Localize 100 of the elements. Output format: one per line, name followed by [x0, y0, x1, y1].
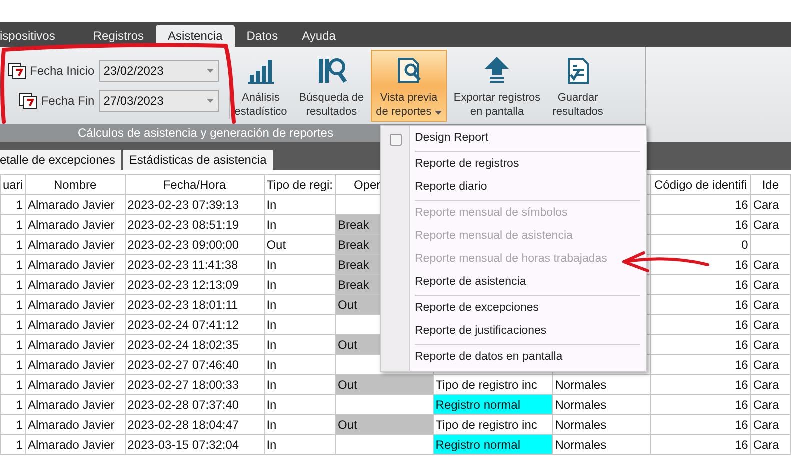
- dropdown-arrow-icon[interactable]: [206, 98, 214, 102]
- ribbon-button[interactable]: Búsqueda de resultados: [294, 50, 370, 122]
- ribbon-button[interactable]: Guardar resultados: [548, 50, 608, 122]
- table-cell: 0: [650, 234, 751, 254]
- table-cell: Almarado Javier: [26, 294, 126, 314]
- menu-tab[interactable]: Registros: [81, 25, 156, 47]
- column-header[interactable]: Tipo de regi:: [264, 174, 336, 194]
- menu-item[interactable]: Reporte de registros: [381, 153, 646, 176]
- table-cell: 1: [0, 234, 26, 254]
- table-cell: Almarado Javier: [26, 234, 126, 254]
- table-cell: 2023-02-24 18:02:35: [125, 334, 264, 354]
- table-cell: In: [264, 254, 336, 274]
- table-cell: 2023-02-23 11:41:38: [125, 254, 264, 274]
- table-cell: Registro normal: [433, 434, 553, 454]
- column-header[interactable]: Fecha/Hora: [125, 174, 264, 194]
- table-cell: Almarado Javier: [26, 354, 126, 374]
- ribbon-button[interactable]: Análisis estadístico: [230, 50, 292, 122]
- table-cell: Almarado Javier: [26, 334, 126, 354]
- sub-tab[interactable]: etalle de excepciones: [0, 150, 122, 170]
- column-header[interactable]: Código de identifi: [650, 174, 751, 194]
- table-cell: 16: [650, 254, 751, 274]
- table-cell: 1: [0, 334, 26, 354]
- table-cell: Almarado Javier: [26, 214, 126, 234]
- date-field[interactable]: 23/02/2023: [98, 60, 219, 82]
- table-cell: 2023-02-28 18:04:47: [125, 414, 264, 434]
- table-cell: 2023-02-23 18:01:11: [125, 294, 264, 314]
- table-cell: In: [264, 374, 336, 394]
- table-cell: 16: [650, 394, 751, 414]
- table-cell: In: [264, 334, 336, 354]
- menu-tab[interactable]: Datos: [234, 25, 290, 47]
- table-cell: Normales: [552, 374, 651, 394]
- column-header[interactable]: Nombre: [26, 174, 126, 194]
- table-cell: Almarado Javier: [26, 394, 126, 414]
- table-cell: Normales: [552, 414, 651, 434]
- menu-tab[interactable]: ispositivos: [0, 25, 82, 47]
- table-cell: Out: [335, 374, 434, 394]
- table-cell: Cara: [750, 394, 790, 414]
- table-cell: In: [264, 414, 336, 434]
- table-cell: Cara: [750, 334, 790, 354]
- table-cell: In: [264, 434, 336, 454]
- menu-tab[interactable]: Ayuda: [290, 25, 348, 47]
- table-cell: Cara: [750, 414, 790, 434]
- column-header[interactable]: uari: [0, 174, 26, 194]
- checkbox[interactable]: [390, 134, 402, 146]
- table-cell: Cara: [750, 294, 790, 314]
- table-cell: 16: [650, 334, 751, 354]
- table-cell: Almarado Javier: [26, 194, 126, 214]
- table-cell: In: [264, 354, 336, 374]
- table-cell: 2023-02-24 07:41:12: [125, 314, 264, 334]
- table-cell: In: [264, 314, 336, 334]
- table-cell: 16: [650, 374, 751, 394]
- table-cell: 2023-03-15 07:32:04: [125, 434, 264, 454]
- table-cell: Cara: [750, 354, 790, 374]
- table-cell: 16: [650, 314, 751, 334]
- table-cell: 1: [0, 254, 26, 274]
- table-cell: 1: [0, 214, 26, 234]
- table-cell: 1: [0, 374, 26, 394]
- table-cell: 1: [0, 354, 26, 374]
- table-cell: In: [264, 194, 336, 214]
- table-cell: 16: [650, 294, 751, 314]
- table-cell: Cara: [750, 434, 790, 454]
- calendar-icon: [19, 92, 38, 108]
- table-cell: Almarado Javier: [26, 374, 126, 394]
- table-cell: 2023-02-27 07:46:40: [125, 354, 264, 374]
- menu-item[interactable]: Reporte diario: [381, 176, 646, 199]
- table-cell: Almarado Javier: [26, 254, 126, 274]
- table-cell: Cara: [750, 274, 790, 294]
- table-cell: 16: [650, 274, 751, 294]
- table-cell: Almarado Javier: [26, 414, 126, 434]
- date-field[interactable]: 27/03/2023: [98, 90, 219, 112]
- table-cell: Cara: [750, 374, 790, 394]
- table-cell: Almarado Javier: [26, 314, 126, 334]
- table-cell: 1: [0, 434, 26, 454]
- table-cell: Cara: [750, 194, 790, 214]
- table-cell: In: [264, 294, 336, 314]
- table-cell: Almarado Javier: [26, 434, 126, 454]
- table-cell: Out: [264, 234, 336, 254]
- table-cell: Cara: [750, 214, 790, 234]
- ribbon-button[interactable]: Exportar registros en pantalla: [448, 50, 546, 122]
- table-cell: Cara: [750, 254, 790, 274]
- table-cell: 16: [650, 194, 751, 214]
- sub-tab[interactable]: Estádisticas de asistencia: [123, 150, 273, 170]
- table-cell: [750, 234, 790, 254]
- table-cell: In: [264, 214, 336, 234]
- date-label: Fecha Fin: [41, 94, 95, 108]
- table-cell: 1: [0, 314, 26, 334]
- table-cell: In: [264, 394, 336, 414]
- table-cell: 1: [0, 294, 26, 314]
- dropdown-arrow-icon[interactable]: [206, 68, 214, 72]
- ribbon-button[interactable]: Vista previa de reportes: [371, 50, 447, 122]
- table-cell: In: [264, 274, 336, 294]
- table-cell: 1: [0, 414, 26, 434]
- table-cell: 2023-02-28 07:37:40: [125, 394, 264, 414]
- table-cell: Almarado Javier: [26, 274, 126, 294]
- table-cell: Out: [335, 414, 434, 434]
- column-header[interactable]: Ide: [750, 174, 790, 194]
- table-cell: 16: [650, 354, 751, 374]
- table-cell: 1: [0, 274, 26, 294]
- date-label: Fecha Inicio: [30, 64, 95, 78]
- table-cell: 16: [650, 214, 751, 234]
